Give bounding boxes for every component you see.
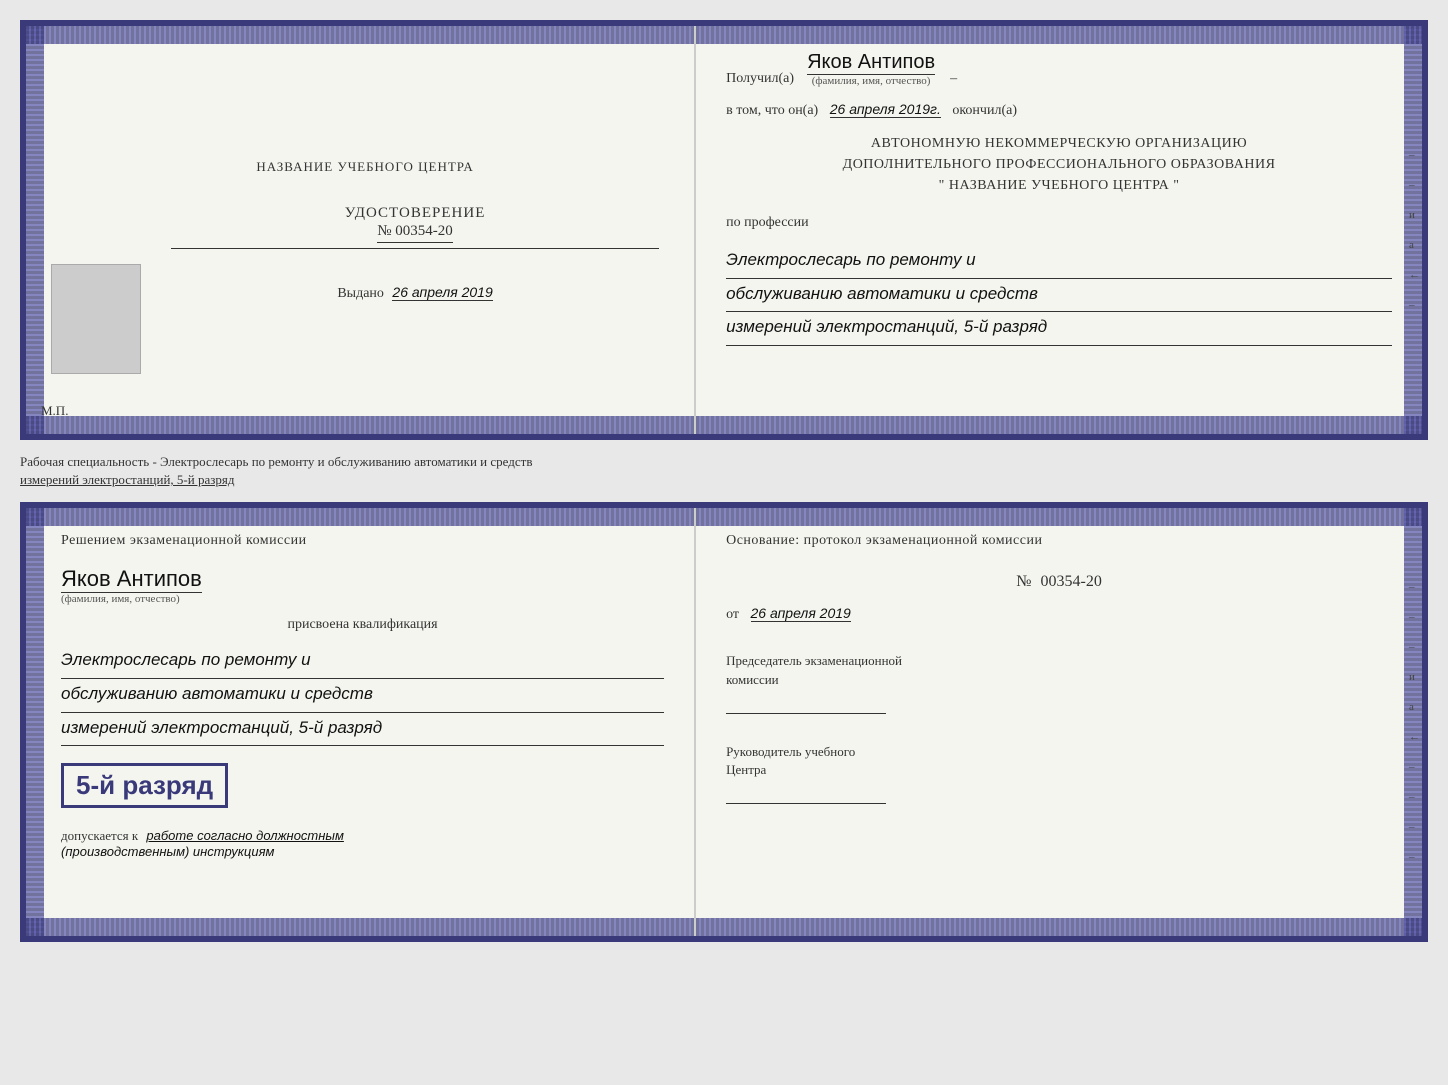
divider [171, 248, 659, 249]
rukovoditel-title: Руководитель учебного Центра [726, 743, 1392, 779]
rank-text: 5-й разряд [76, 770, 213, 800]
rukovoditel-line1: Руководитель учебного [726, 744, 855, 759]
udostoverenie-block: УДОСТОВЕРЕНИЕ № 00354-20 [345, 205, 486, 243]
bottom-margin-dash-5: – [1409, 791, 1420, 803]
dopuskaetsya-text2: (производственным) инструкциям [61, 844, 274, 859]
predsedatel-title: Председатель экзаменационной комиссии [726, 652, 1392, 688]
certificate-bottom: Решением экзаменационной комиссии Яков А… [20, 502, 1428, 942]
org-line3: " НАЗВАНИЕ УЧЕБНОГО ЦЕНТРА " [726, 175, 1392, 196]
predsedatel-signature-line [726, 694, 886, 714]
v-tom-date: 26 апреля 2019г. [830, 101, 941, 118]
right-margin-labels: – – и а ← – [1409, 149, 1420, 311]
mp-label: М.П. [41, 403, 68, 419]
resheniem-text: Решением экзаменационной комиссии [61, 533, 664, 549]
margin-left: ← [1409, 269, 1420, 281]
dopuskaetsya-text: работе согласно должностным [146, 828, 343, 843]
org-block: АВТОНОМНУЮ НЕКОММЕРЧЕСКУЮ ОРГАНИЗАЦИЮ ДО… [726, 133, 1392, 196]
org-line2: ДОПОЛНИТЕЛЬНОГО ПРОФЕССИОНАЛЬНОГО ОБРАЗО… [726, 154, 1392, 175]
qualification-block: Электрослесарь по ремонту и обслуживанию… [61, 645, 664, 746]
bottom-margin-dash-1: – [1409, 581, 1420, 593]
photo-placeholder [51, 264, 141, 374]
margin-dash-3: – [1409, 299, 1420, 311]
bottom-margin-left: ← [1409, 731, 1420, 743]
fio-label-top: (фамилия, имя, отчество) [807, 75, 935, 87]
protocol-num: № 00354-20 [726, 573, 1392, 591]
margin-dash-1: – [1409, 149, 1420, 161]
num-value: 00354-20 [1041, 573, 1102, 590]
profession-line2: обслуживанию автоматики и средств [726, 279, 1392, 313]
rukovoditel-line2: Центра [726, 762, 766, 777]
bottom-margin-a: а [1409, 701, 1420, 713]
school-name-top: НАЗВАНИЕ УЧЕБНОГО ЦЕНТРА [256, 159, 473, 175]
po-professii: по профессии [726, 215, 1392, 231]
ot-label: от [726, 607, 739, 622]
qual-line3: измерений электростанций, 5-й разряд [61, 713, 664, 747]
bottom-margin-dash-7: – [1409, 851, 1420, 863]
bottom-name: Яков Антипов [61, 566, 202, 593]
dash-top: – [950, 71, 957, 87]
bottom-right-margin-labels: – – – и а ← – – – – [1409, 581, 1420, 863]
separator-line2: измерений электростанций, 5-й разряд [20, 471, 1428, 489]
udostoverenie-num: № 00354-20 [377, 223, 453, 243]
poluchil-line: Получил(а) Яков Антипов (фамилия, имя, о… [726, 51, 1392, 87]
prisvoena-text: присвоена квалификация [61, 617, 664, 633]
rank-badge-container: 5-й разряд [61, 758, 664, 808]
predsedatel-block: Председатель экзаменационной комиссии [726, 652, 1392, 713]
profession-block: Электрослесарь по ремонту и обслуживанию… [726, 245, 1392, 346]
dopuskaetsya-prefix: допускается к [61, 828, 138, 843]
margin-i: и [1409, 209, 1420, 221]
predsedatel-line1: Председатель экзаменационной [726, 653, 902, 668]
bottom-margin-dash-4: – [1409, 761, 1420, 773]
dopuskaetsya-block: допускается к работе согласно должностны… [61, 828, 664, 860]
v-tom-prefix: в том, что он(а) [726, 103, 818, 118]
bottom-margin-dash-6: – [1409, 821, 1420, 833]
vydano-line: Выдано 26 апреля 2019 [337, 284, 492, 302]
profession-line3: измерений электростанций, 5-й разряд [726, 312, 1392, 346]
certificate-top: НАЗВАНИЕ УЧЕБНОГО ЦЕНТРА УДОСТОВЕРЕНИЕ №… [20, 20, 1428, 440]
bottom-margin-dash-3: – [1409, 641, 1420, 653]
profession-line1: Электрослесарь по ремонту и [726, 245, 1392, 279]
bottom-margin-dash-2: – [1409, 611, 1420, 623]
qual-line2: обслуживанию автоматики и средств [61, 679, 664, 713]
margin-a: а [1409, 239, 1420, 251]
rank-badge: 5-й разряд [61, 763, 228, 808]
ot-date: 26 апреля 2019 [751, 605, 851, 622]
v-tom-line: в том, что он(а) 26 апреля 2019г. окончи… [726, 101, 1392, 119]
vydano-date: 26 апреля 2019 [392, 284, 492, 301]
rukovoditel-signature-line [726, 784, 886, 804]
bottom-margin-i: и [1409, 671, 1420, 683]
page-wrapper: НАЗВАНИЕ УЧЕБНОГО ЦЕНТРА УДОСТОВЕРЕНИЕ №… [20, 20, 1428, 942]
fio-label-bottom: (фамилия, имя, отчество) [61, 593, 664, 605]
num-label: № [1016, 573, 1031, 590]
poluchil-label: Получил(а) [726, 71, 794, 87]
org-line1: АВТОНОМНУЮ НЕКОММЕРЧЕСКУЮ ОРГАНИЗАЦИЮ [726, 133, 1392, 154]
udostoverenie-title: УДОСТОВЕРЕНИЕ [345, 205, 486, 222]
predsedatel-line2: комиссии [726, 672, 779, 687]
rukovoditel-block: Руководитель учебного Центра [726, 743, 1392, 804]
separator-line1: Рабочая специальность - Электрослесарь п… [20, 453, 1428, 471]
cert-top-left: НАЗВАНИЕ УЧЕБНОГО ЦЕНТРА УДОСТОВЕРЕНИЕ №… [26, 26, 696, 434]
separator-text: Рабочая специальность - Электрослесарь п… [20, 448, 1428, 494]
poluchil-name: Яков Антипов [807, 51, 935, 75]
margin-dash-2: – [1409, 179, 1420, 191]
okonchil-label: окончил(а) [952, 103, 1017, 118]
cert-bottom-right: Основание: протокол экзаменационной коми… [696, 508, 1422, 936]
cert-bottom-left: Решением экзаменационной комиссии Яков А… [26, 508, 696, 936]
cert-top-right: Получил(а) Яков Антипов (фамилия, имя, о… [696, 26, 1422, 434]
ot-line: от 26 апреля 2019 [726, 605, 1392, 623]
vydano-label: Выдано [337, 286, 384, 301]
osnovanie-text: Основание: протокол экзаменационной коми… [726, 533, 1392, 549]
bottom-name-block: Яков Антипов (фамилия, имя, отчество) [61, 561, 664, 605]
qual-line1: Электрослесарь по ремонту и [61, 645, 664, 679]
